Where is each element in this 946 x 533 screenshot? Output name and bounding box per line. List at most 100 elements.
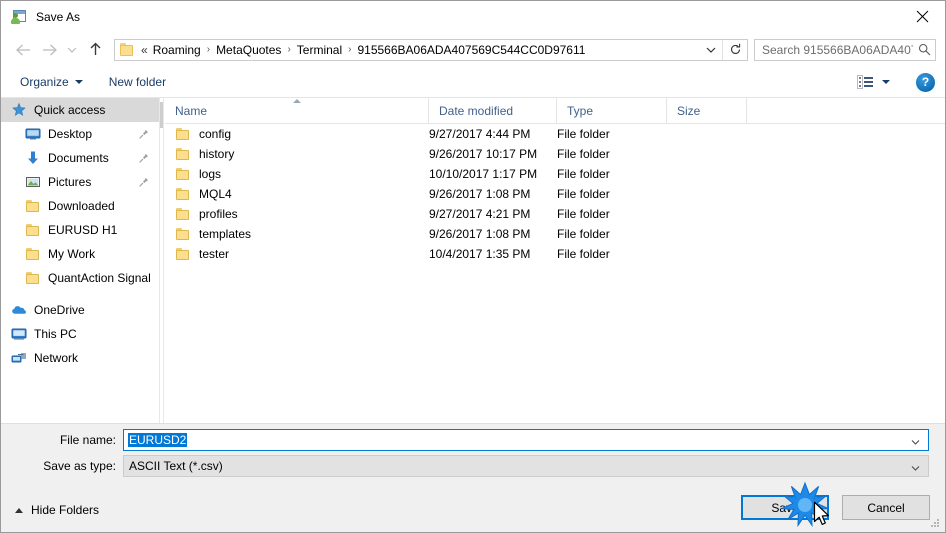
- chevron-down-icon[interactable]: [911, 436, 920, 445]
- file-name-cell[interactable]: MQL4: [165, 186, 429, 202]
- file-name-input[interactable]: EURUSD2: [123, 429, 929, 451]
- sidebar-item-downloaded[interactable]: Downloaded: [1, 194, 159, 218]
- pin-icon[interactable]: [138, 177, 149, 188]
- save-as-type-select[interactable]: ASCII Text (*.csv): [123, 455, 929, 477]
- change-view-button[interactable]: [853, 70, 894, 94]
- sidebar-item-desktop[interactable]: Desktop: [1, 122, 159, 146]
- file-date: 9/27/2017 4:44 PM: [429, 127, 531, 141]
- this-pc-icon: [11, 326, 27, 342]
- sidebar-item-documents[interactable]: Documents: [1, 146, 159, 170]
- table-row[interactable]: templates 9/26/2017 1:08 PM File folder: [165, 224, 945, 244]
- sort-ascending-icon: [293, 99, 301, 103]
- breadcrumb-separator[interactable]: ›: [204, 44, 213, 55]
- resize-grip[interactable]: [930, 518, 941, 529]
- table-row[interactable]: profiles 9/27/2017 4:21 PM File folder: [165, 204, 945, 224]
- sidebar-item-my-work[interactable]: My Work: [1, 242, 159, 266]
- column-header-type[interactable]: Type: [557, 98, 667, 123]
- file-name-label: File name:: [59, 433, 116, 447]
- organize-button[interactable]: Organize: [13, 70, 90, 94]
- sidebar-item-eurusd-h1[interactable]: EURUSD H1: [1, 218, 159, 242]
- pin-icon[interactable]: [138, 153, 149, 164]
- chevron-down-icon[interactable]: [911, 462, 920, 471]
- file-type: File folder: [557, 247, 610, 261]
- table-row[interactable]: tester 10/4/2017 1:35 PM File folder: [165, 244, 945, 264]
- sidebar-item-quick-access[interactable]: Quick access: [1, 98, 159, 122]
- view-list-icon: [857, 75, 873, 89]
- sidebar-item-label: QuantAction Signal: [48, 271, 151, 285]
- browser-area: Quick access Desktop Documents Pictures …: [1, 98, 945, 423]
- sidebar-item-label: Desktop: [48, 127, 93, 141]
- folder-icon: [120, 43, 135, 56]
- folder-icon: [25, 270, 41, 286]
- help-button[interactable]: ?: [916, 72, 935, 92]
- recent-locations-button[interactable]: [62, 37, 82, 63]
- breadcrumb-separator[interactable]: ›: [345, 44, 354, 55]
- sidebar-item-pictures[interactable]: Pictures: [1, 170, 159, 194]
- breadcrumb-overflow[interactable]: «: [139, 43, 150, 57]
- navigation-pane: Quick access Desktop Documents Pictures …: [1, 98, 159, 423]
- sidebar-item-quantaction-signal[interactable]: QuantAction Signal: [1, 266, 159, 290]
- file-name: logs: [199, 167, 222, 181]
- file-name: history: [199, 147, 235, 161]
- new-folder-button[interactable]: New folder: [102, 70, 173, 94]
- pane-splitter[interactable]: [159, 98, 164, 423]
- cancel-button[interactable]: Cancel: [842, 495, 930, 520]
- file-name-value[interactable]: EURUSD2: [128, 433, 188, 447]
- search-input[interactable]: Search 915566BA06ADA40756...: [762, 43, 913, 57]
- sidebar-item-network[interactable]: Network: [1, 346, 159, 370]
- sidebar-item-label: Documents: [48, 151, 109, 165]
- file-list-pane: Name Date modified Type Size config 9/27…: [165, 98, 945, 423]
- file-name: config: [199, 127, 232, 141]
- file-name: templates: [199, 227, 252, 241]
- breadcrumb-item-terminal[interactable]: Terminal: [294, 42, 345, 58]
- back-button[interactable]: [10, 37, 36, 63]
- desktop-icon: [25, 126, 41, 142]
- save-button[interactable]: Save: [741, 495, 829, 520]
- sidebar-item-this-pc[interactable]: This PC: [1, 322, 159, 346]
- folder-icon: [175, 246, 191, 262]
- folder-icon: [175, 146, 191, 162]
- file-name-cell[interactable]: history: [165, 146, 429, 162]
- file-name-cell[interactable]: tester: [165, 246, 429, 262]
- save-as-icon: [11, 9, 27, 25]
- splitter-grip[interactable]: [160, 102, 163, 128]
- refresh-button[interactable]: [722, 39, 747, 60]
- file-name: tester: [199, 247, 230, 261]
- column-header-name[interactable]: Name: [165, 98, 429, 123]
- breadcrumb-separator[interactable]: ›: [284, 44, 293, 55]
- search-icon[interactable]: [913, 40, 935, 60]
- help-label: ?: [921, 75, 930, 89]
- address-bar[interactable]: « Roaming › MetaQuotes › Terminal › 9155…: [114, 38, 748, 61]
- arrow-right-icon: [42, 44, 57, 55]
- file-name-cell[interactable]: config: [165, 126, 429, 142]
- column-header-size[interactable]: Size: [667, 98, 747, 123]
- command-toolbar: Organize New folder ?: [1, 67, 945, 98]
- file-rows: config 9/27/2017 4:44 PM File folder his…: [165, 124, 945, 264]
- column-header-label: Name: [175, 103, 208, 118]
- breadcrumb-item-roaming[interactable]: Roaming: [150, 42, 204, 58]
- address-dropdown-button[interactable]: [700, 40, 722, 60]
- table-row[interactable]: config 9/27/2017 4:44 PM File folder: [165, 124, 945, 144]
- close-icon[interactable]: [899, 1, 945, 31]
- search-box[interactable]: Search 915566BA06ADA40756...: [754, 38, 936, 61]
- chevron-up-icon: [15, 507, 23, 513]
- column-header-date-modified[interactable]: Date modified: [429, 98, 557, 123]
- cancel-label: Cancel: [867, 500, 905, 515]
- sidebar-item-onedrive[interactable]: OneDrive: [1, 298, 159, 322]
- breadcrumb-item-metaquotes[interactable]: MetaQuotes: [213, 42, 284, 58]
- table-row[interactable]: MQL4 9/26/2017 1:08 PM File folder: [165, 184, 945, 204]
- file-type: File folder: [557, 147, 610, 161]
- file-type: File folder: [557, 167, 610, 181]
- file-name-cell[interactable]: templates: [165, 226, 429, 242]
- table-row[interactable]: history 9/26/2017 10:17 PM File folder: [165, 144, 945, 164]
- forward-button[interactable]: [36, 37, 62, 63]
- pin-icon[interactable]: [138, 129, 149, 140]
- breadcrumb-item-terminal-id[interactable]: 915566BA06ADA407569C544CC0D97611: [354, 42, 588, 58]
- up-one-level-button[interactable]: [82, 37, 108, 63]
- network-icon: [11, 350, 27, 366]
- file-name-cell[interactable]: logs: [165, 166, 429, 182]
- table-row[interactable]: logs 10/10/2017 1:17 PM File folder: [165, 164, 945, 184]
- column-headers: Name Date modified Type Size: [165, 98, 945, 124]
- file-name-cell[interactable]: profiles: [165, 206, 429, 222]
- hide-folders-button[interactable]: Hide Folders: [15, 503, 99, 517]
